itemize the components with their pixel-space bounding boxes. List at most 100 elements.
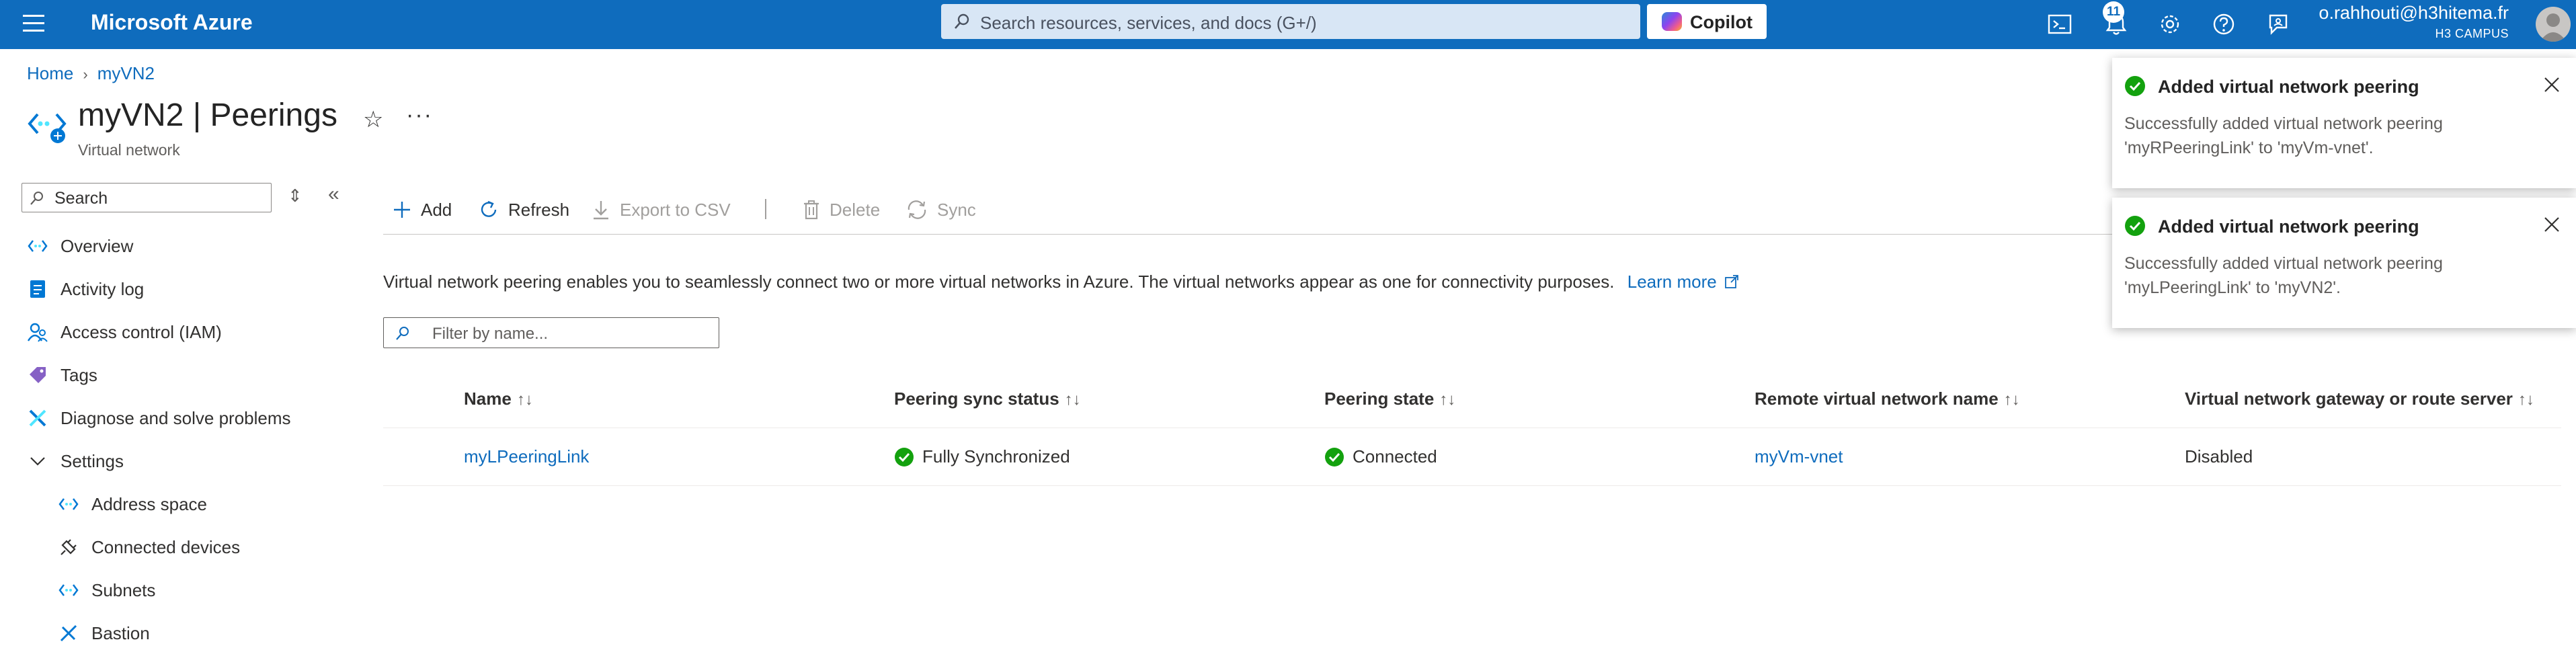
column-header-remote-vnet[interactable]: Remote virtual network name ↑↓ [1755, 389, 2020, 409]
sidebar-item-label: Activity log [61, 278, 145, 299]
search-icon [30, 192, 43, 205]
export-csv-button[interactable]: Export to CSV [592, 196, 731, 223]
copilot-label: Copilot [1690, 12, 1753, 32]
vnet-icon [58, 493, 79, 515]
peering-name-link[interactable]: myLPeeringLink [464, 446, 589, 467]
sort-icon: ↑↓ [1064, 391, 1081, 409]
table-row-divider [383, 485, 2561, 486]
activity-log-icon [27, 278, 48, 300]
peering-state-cell: Connected [1324, 446, 1437, 467]
toast-title: Added virtual network peering [2158, 216, 2419, 237]
export-csv-label: Export to CSV [620, 199, 731, 220]
copilot-icon [1662, 12, 1682, 31]
virtual-network-icon [27, 105, 67, 145]
success-check-icon [2125, 76, 2145, 96]
settings-icon[interactable] [2155, 9, 2185, 39]
column-header-gateway[interactable]: Virtual network gateway or route server ↑… [2185, 389, 2534, 409]
more-options-icon[interactable]: ··· [406, 102, 433, 128]
sidebar-item-label: Settings [61, 450, 124, 471]
top-bar: Microsoft Azure Search resources, servic… [0, 0, 2576, 49]
sidebar-item-access-control[interactable]: Access control (IAM) [27, 313, 222, 351]
expand-collapse-icon[interactable]: ⇕ [288, 186, 303, 206]
sidebar-item-connected-devices[interactable]: Connected devices [58, 528, 240, 566]
breadcrumb-home[interactable]: Home [27, 63, 73, 83]
sidebar-item-subnets[interactable]: Subnets [58, 571, 155, 609]
gateway-cell: Disabled [2185, 446, 2253, 467]
page-subtitle: Virtual network [78, 141, 180, 159]
toolbar-divider [765, 199, 766, 219]
search-icon [955, 13, 969, 29]
close-icon[interactable] [2542, 75, 2561, 94]
sidebar-item-label: Subnets [91, 579, 156, 600]
bastion-icon [58, 622, 79, 644]
sidebar-item-label: Connected devices [91, 536, 241, 557]
success-check-icon [1325, 447, 1344, 467]
brand-title[interactable]: Microsoft Azure [91, 10, 253, 35]
filter-input[interactable]: Filter by name... [383, 317, 719, 348]
sidebar-item-diagnose[interactable]: Diagnose and solve problems [27, 399, 291, 437]
copilot-button[interactable]: Copilot [1647, 4, 1767, 39]
plus-icon [393, 200, 411, 219]
sidebar-item-address-space[interactable]: Address space [58, 485, 207, 523]
close-icon[interactable] [2542, 215, 2561, 234]
notification-count-badge: 11 [2103, 1, 2124, 23]
notification-toast: Added virtual network peering Successful… [2112, 58, 2576, 188]
user-org: H3 CAMPUS [2435, 27, 2509, 40]
description: Virtual network peering enables you to s… [383, 272, 1739, 292]
breadcrumb-current[interactable]: myVN2 [97, 63, 155, 83]
sync-label: Sync [937, 199, 976, 220]
feedback-icon[interactable] [2263, 9, 2292, 39]
remote-vnet-link[interactable]: myVm-vnet [1755, 446, 1843, 467]
column-header-name[interactable]: Name ↑↓ [464, 389, 533, 409]
sync-status-cell: Fully Synchronized [894, 446, 1070, 467]
refresh-button[interactable]: Refresh [479, 196, 569, 223]
diagnose-icon [27, 407, 48, 429]
download-icon [592, 200, 610, 220]
page-title: myVN2 | Peerings [78, 97, 337, 133]
sort-icon: ↑↓ [516, 391, 533, 409]
sync-icon [906, 200, 928, 220]
sidebar-item-label: Overview [61, 235, 134, 256]
delete-button[interactable]: Delete [803, 196, 880, 223]
tag-icon [27, 364, 48, 386]
sidebar-item-overview[interactable]: Overview [27, 227, 133, 265]
external-link-icon [1725, 275, 1738, 288]
breadcrumb: Home › myVN2 [27, 63, 155, 84]
sidebar-item-label: Access control (IAM) [61, 321, 222, 342]
toast-body: Successfully added virtual network peeri… [2124, 254, 2443, 297]
column-header-sync-status[interactable]: Peering sync status ↑↓ [894, 389, 1081, 409]
sidebar-item-activity-log[interactable]: Activity log [27, 270, 144, 308]
sort-icon: ↑↓ [1439, 391, 1456, 409]
vnet-icon [27, 235, 48, 257]
user-name[interactable]: o.rahhouti@h3hitema.fr [2319, 3, 2509, 24]
nav-search-input[interactable]: Search [22, 183, 272, 212]
plug-icon [58, 536, 79, 558]
toast-title: Added virtual network peering [2158, 77, 2419, 97]
help-icon[interactable] [2209, 9, 2239, 39]
sidebar-item-tags[interactable]: Tags [27, 356, 97, 394]
sort-icon: ↑↓ [2518, 391, 2534, 409]
vnet-icon [58, 579, 79, 601]
success-check-icon [895, 447, 914, 467]
favorite-star-icon[interactable]: ☆ [363, 106, 383, 133]
cloud-shell-icon[interactable] [2045, 9, 2075, 39]
avatar[interactable] [2536, 7, 2571, 42]
column-header-peering-state[interactable]: Peering state ↑↓ [1324, 389, 1455, 409]
add-button[interactable]: Add [393, 196, 452, 223]
sidebar-item-bastion[interactable]: Bastion [58, 614, 150, 648]
refresh-icon [479, 200, 499, 220]
trash-icon [803, 200, 820, 220]
sidebar-item-label: Bastion [91, 622, 150, 643]
iam-icon [27, 321, 48, 343]
sidebar-group-settings[interactable]: Settings [27, 442, 124, 480]
sync-button[interactable]: Sync [906, 196, 976, 223]
global-search-input[interactable]: Search resources, services, and docs (G+… [941, 4, 1640, 39]
description-text: Virtual network peering enables you to s… [383, 272, 1615, 292]
sort-icon: ↑↓ [2003, 391, 2020, 409]
collapse-menu-icon[interactable]: « [328, 183, 339, 206]
filter-placeholder: Filter by name... [432, 325, 549, 343]
toolbar-divider-line [383, 234, 2265, 235]
learn-more-link[interactable]: Learn more [1627, 272, 1739, 292]
menu-icon[interactable] [23, 15, 44, 34]
success-check-icon [2125, 216, 2145, 236]
